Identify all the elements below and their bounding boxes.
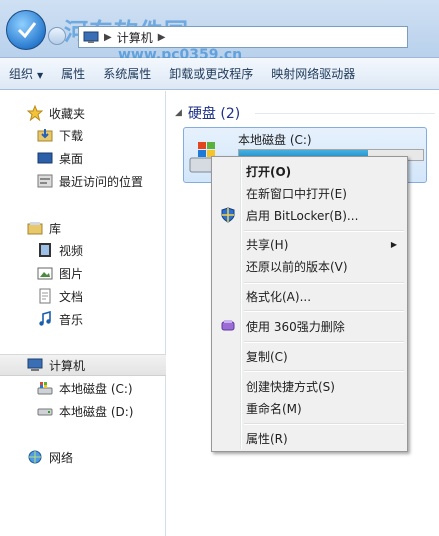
library-icon — [27, 220, 43, 236]
sidebar-item-label: 图片 — [59, 266, 84, 281]
properties-button[interactable]: 属性 — [52, 58, 94, 90]
menu-separator — [244, 341, 404, 343]
sidebar-item-desktop[interactable]: 桌面 — [0, 147, 166, 169]
menu-item-label: 启用 BitLocker(B)... — [246, 208, 359, 223]
sidebar-item-label: 收藏夹 — [49, 106, 86, 121]
map-network-drive-button[interactable]: 映射网络驱动器 — [262, 58, 364, 90]
menu-item-bitlocker[interactable]: 启用 BitLocker(B)... — [214, 205, 405, 225]
drive-c-label: 本地磁盘 (C:) — [238, 133, 312, 147]
sidebar-item-label: 下载 — [59, 128, 84, 143]
breadcrumb-separator-icon[interactable]: ▶ — [104, 32, 112, 43]
music-icon — [37, 310, 53, 327]
star-icon — [26, 104, 44, 122]
uninstall-program-button[interactable]: 卸载或更改程序 — [160, 58, 262, 90]
back-button[interactable] — [48, 27, 66, 45]
picture-icon — [37, 265, 53, 281]
menu-item-label: 共享(H) — [246, 237, 289, 252]
menu-item-copy[interactable]: 复制(C) — [214, 346, 405, 366]
menu-item-label: 使用 360强力删除 — [246, 319, 345, 334]
sidebar-item-recent[interactable]: 最近访问的位置 — [0, 170, 166, 192]
sidebar-item-favorites[interactable]: 收藏夹 — [0, 102, 166, 124]
menu-item-open[interactable]: 打开(O) — [214, 161, 405, 181]
menu-item-open-new-window[interactable]: 在新窗口中打开(E) — [214, 183, 405, 203]
sidebar-item-documents[interactable]: 文档 — [0, 285, 166, 307]
submenu-arrow-icon: ▶ — [390, 239, 397, 249]
group-divider — [255, 113, 435, 114]
sidebar-item-label: 本地磁盘 (C:) — [59, 381, 133, 396]
sidebar-item-drive-d[interactable]: 本地磁盘 (D:) — [0, 400, 166, 422]
downloads-folder-icon — [37, 127, 53, 143]
breadcrumb-chevron-icon[interactable]: ▶ — [158, 32, 166, 43]
menu-item-label: 还原以前的版本(V) — [246, 259, 348, 274]
system-drive-icon — [37, 380, 53, 396]
dropdown-arrow-icon: ▼ — [37, 70, 44, 80]
menu-item-label: 格式化(A)... — [246, 289, 312, 304]
title-bar: 河东软件园 ▶ 计算机 ▶ www.pc0359.cn — [0, 0, 439, 63]
sidebar-item-label: 最近访问的位置 — [59, 174, 144, 189]
sidebar-item-music[interactable]: 音乐 — [0, 308, 166, 330]
menu-item-label: 打开(O) — [246, 164, 292, 179]
menu-item-create-shortcut[interactable]: 创建快捷方式(S) — [214, 376, 405, 396]
sidebar-item-label: 视频 — [59, 243, 84, 258]
context-menu: 打开(O) 在新窗口中打开(E) 启用 BitLocker(B)... 共享(H… — [211, 156, 408, 452]
sidebar-item-label: 文档 — [59, 289, 84, 304]
menu-item-360-delete[interactable]: 使用 360强力删除 — [214, 316, 405, 336]
shield-icon — [220, 207, 236, 223]
sidebar-item-label: 音乐 — [59, 312, 84, 327]
menu-item-format[interactable]: 格式化(A)... — [214, 286, 405, 306]
hard-drive-icon — [37, 403, 53, 419]
menu-separator — [244, 230, 404, 232]
sidebar-item-label: 库 — [49, 221, 62, 236]
sidebar-item-label: 本地磁盘 (D:) — [59, 404, 134, 419]
group-title: 硬盘 (2) — [187, 106, 241, 122]
sidebar-item-pictures[interactable]: 图片 — [0, 262, 166, 284]
system-properties-button[interactable]: 系统属性 — [94, 58, 160, 90]
menu-item-label: 复制(C) — [246, 349, 288, 364]
menu-item-restore-previous[interactable]: 还原以前的版本(V) — [214, 256, 405, 276]
site-logo-icon — [6, 10, 46, 50]
collapse-triangle-icon[interactable]: ◢ — [175, 108, 182, 118]
sidebar-item-network[interactable]: 网络 — [0, 446, 166, 468]
navigation-pane: 收藏夹 下载 桌面 最近访问的位置 库 视频 图片 文档 音乐 计算机 本地磁盘… — [0, 91, 166, 536]
desktop-icon — [37, 150, 53, 166]
menu-item-label: 在新窗口中打开(E) — [246, 186, 347, 201]
sidebar-item-downloads[interactable]: 下载 — [0, 124, 166, 146]
shredder-icon — [220, 318, 236, 334]
sidebar-item-libraries[interactable]: 库 — [0, 217, 166, 239]
sidebar-item-computer[interactable]: 计算机 — [0, 354, 166, 376]
command-bar: 组织 ▼ 属性 系统属性 卸载或更改程序 映射网络驱动器 — [0, 58, 439, 90]
address-bar[interactable]: ▶ 计算机 ▶ — [78, 26, 408, 48]
menu-separator — [244, 370, 404, 372]
menu-separator — [244, 423, 404, 425]
organize-label: 组织 — [9, 66, 34, 81]
document-icon — [37, 288, 53, 304]
computer-icon — [83, 31, 99, 44]
menu-item-label: 创建快捷方式(S) — [246, 379, 335, 394]
sidebar-item-label: 桌面 — [59, 151, 84, 166]
menu-item-share[interactable]: 共享(H) ▶ — [214, 234, 405, 254]
menu-item-properties[interactable]: 属性(R) — [214, 428, 405, 448]
network-icon — [27, 449, 43, 465]
menu-item-label: 重命名(M) — [246, 401, 302, 416]
sidebar-item-label: 计算机 — [49, 358, 86, 373]
sidebar-item-drive-c[interactable]: 本地磁盘 (C:) — [0, 377, 166, 399]
organize-button[interactable]: 组织 ▼ — [0, 58, 52, 90]
sidebar-item-label: 网络 — [49, 450, 74, 465]
computer-icon — [27, 357, 43, 373]
menu-item-rename[interactable]: 重命名(M) — [214, 398, 405, 418]
breadcrumb-computer[interactable]: 计算机 — [117, 29, 153, 46]
video-icon — [37, 242, 53, 258]
menu-separator — [244, 310, 404, 312]
recent-places-icon — [37, 173, 53, 189]
group-header-hard-drives[interactable]: ◢ 硬盘 (2) — [175, 103, 240, 123]
sidebar-item-videos[interactable]: 视频 — [0, 239, 166, 261]
menu-item-label: 属性(R) — [246, 431, 288, 446]
menu-separator — [244, 282, 404, 284]
